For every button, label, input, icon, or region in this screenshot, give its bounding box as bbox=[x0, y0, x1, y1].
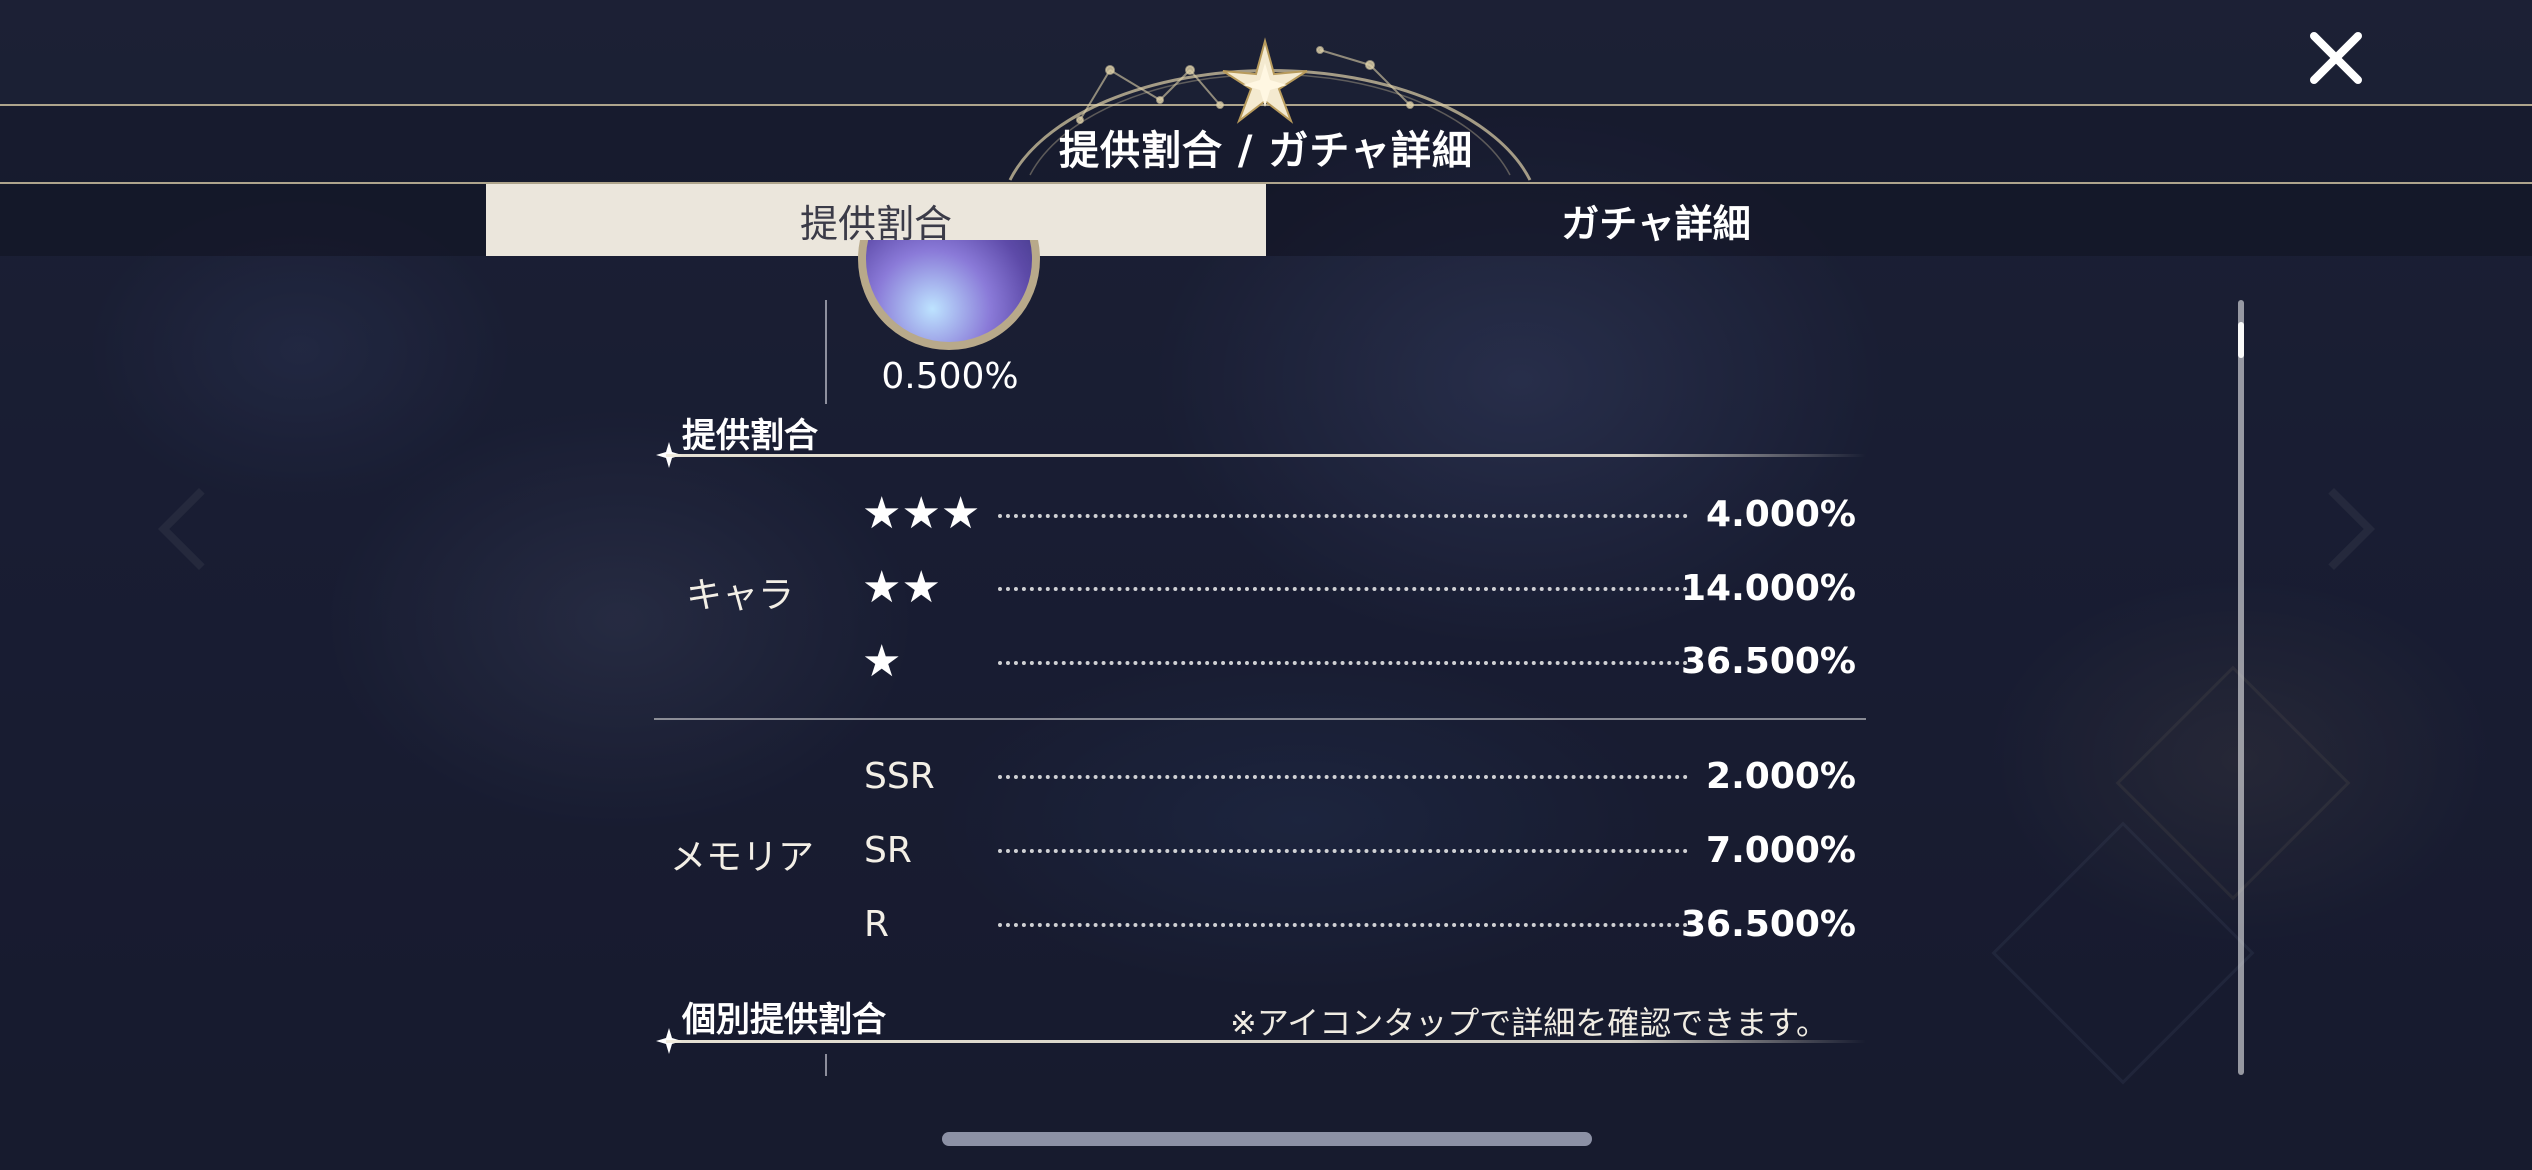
item-divider bbox=[825, 300, 827, 404]
item-divider bbox=[825, 1054, 827, 1076]
dot-leader bbox=[998, 849, 1688, 853]
rarity-3star: ★★★ bbox=[862, 488, 981, 539]
dot-leader bbox=[998, 923, 1688, 927]
scrollbar-thumb[interactable] bbox=[2238, 322, 2244, 358]
rarity-2star: ★★ bbox=[862, 562, 941, 613]
rate-percent: 36.500% bbox=[1681, 641, 1856, 682]
rate-percent: 4.000% bbox=[1706, 494, 1856, 535]
tab-gacha-details[interactable]: ガチャ詳細 bbox=[1266, 184, 2046, 256]
section-rule bbox=[666, 454, 1866, 457]
scrollbar-track[interactable] bbox=[2238, 300, 2244, 1075]
group-divider bbox=[654, 718, 1866, 720]
group-label-memoria: メモリア bbox=[670, 837, 815, 878]
rarity-sr: SR bbox=[864, 830, 912, 871]
individual-section-title: 個別提供割合 bbox=[682, 1000, 886, 1040]
section-rule bbox=[666, 1040, 1866, 1043]
item-percent: 0.500% bbox=[881, 356, 1019, 397]
rate-percent: 2.000% bbox=[1706, 756, 1856, 797]
close-icon bbox=[2310, 32, 2362, 84]
rarity-1star: ★ bbox=[862, 636, 902, 687]
rarity-ssr: SSR bbox=[864, 756, 935, 797]
rate-percent: 36.500% bbox=[1681, 904, 1856, 945]
rates-section-title: 提供割合 bbox=[682, 416, 818, 456]
gacha-rates-screen: 提供割合 / ガチャ詳細 提供割合 ガチャ詳細 0.500% 提供割合 キャラ … bbox=[0, 0, 2532, 1170]
home-indicator[interactable] bbox=[942, 1132, 1592, 1146]
individual-section-note: ※アイコンタップで詳細を確認できます。 bbox=[1230, 1004, 1829, 1042]
dot-leader bbox=[998, 775, 1688, 779]
rarity-r: R bbox=[864, 904, 890, 945]
page-title: 提供割合 / ガチャ詳細 bbox=[1058, 128, 1474, 174]
rate-percent: 14.000% bbox=[1681, 568, 1856, 609]
medal-icon[interactable] bbox=[858, 240, 1040, 350]
dot-leader bbox=[998, 514, 1688, 518]
dot-leader bbox=[998, 587, 1688, 591]
group-label-chara: キャラ bbox=[686, 575, 795, 616]
close-button[interactable] bbox=[2300, 22, 2372, 94]
rate-percent: 7.000% bbox=[1706, 830, 1856, 871]
dot-leader bbox=[998, 661, 1688, 665]
